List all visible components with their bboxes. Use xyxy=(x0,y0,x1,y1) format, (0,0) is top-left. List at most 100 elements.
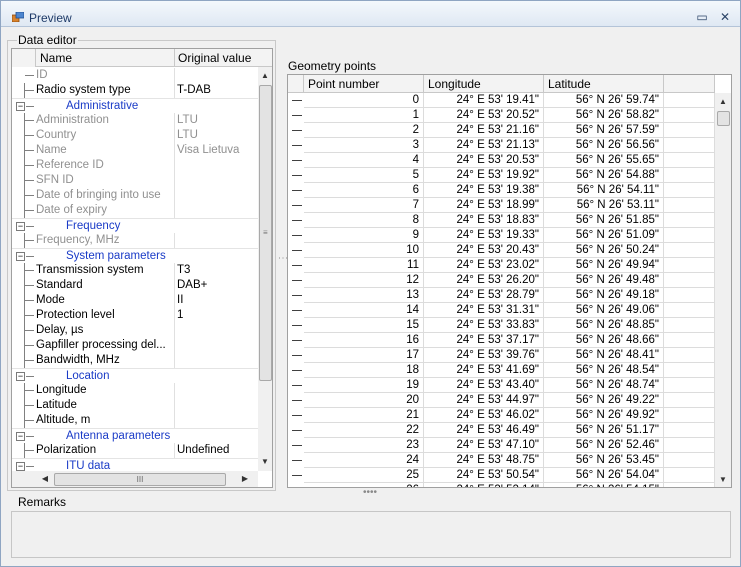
geometry-point-row[interactable]: 2624° E 53' 52.14"56° N 26' 54.15" xyxy=(288,483,715,487)
column-blank-header[interactable] xyxy=(664,75,715,93)
longitude-cell[interactable]: 24° E 53' 39.76" xyxy=(424,348,544,363)
property-row[interactable]: Standard DAB+ xyxy=(12,278,258,293)
remarks-field[interactable] xyxy=(11,511,731,558)
property-row[interactable]: Gapfiller processing del... xyxy=(12,338,258,353)
point-number-cell[interactable]: 1 xyxy=(304,108,424,123)
property-row[interactable]: Transmission system T3 xyxy=(12,263,258,278)
property-grid-hscrollbar[interactable]: ◀ III ▶ xyxy=(12,471,258,487)
scrollbar-thumb[interactable]: ≡ xyxy=(259,85,272,381)
longitude-cell[interactable]: 24° E 53' 21.16" xyxy=(424,123,544,138)
property-row[interactable]: Administration LTU xyxy=(12,113,258,128)
property-value[interactable] xyxy=(174,383,258,398)
geometry-point-row[interactable]: 3 24° E 53' 21.13" 56° N 26' 56.56" xyxy=(288,138,715,153)
property-value[interactable]: LTU xyxy=(174,113,258,128)
property-row[interactable]: Mode II xyxy=(12,293,258,308)
maximize-button[interactable]: ▭ xyxy=(694,10,710,24)
longitude-cell[interactable]: 24° E 53' 31.31" xyxy=(424,303,544,318)
longitude-cell[interactable]: 24° E 53' 43.40" xyxy=(424,378,544,393)
longitude-cell[interactable]: 24° E 53' 28.79" xyxy=(424,288,544,303)
property-value[interactable]: 1 xyxy=(174,308,258,323)
column-point-number-header[interactable]: Point number xyxy=(304,75,424,93)
column-latitude-header[interactable]: Latitude xyxy=(544,75,664,93)
longitude-cell[interactable]: 24° E 53' 52.14" xyxy=(424,483,544,487)
collapse-toggle-icon[interactable]: − xyxy=(16,462,25,471)
row-header[interactable] xyxy=(288,438,304,453)
row-header[interactable] xyxy=(288,333,304,348)
blank-cell[interactable] xyxy=(664,228,715,243)
property-row[interactable]: Radio system type T-DAB xyxy=(12,83,258,98)
row-header[interactable] xyxy=(288,138,304,153)
point-number-cell[interactable]: 13 xyxy=(304,288,424,303)
point-number-cell[interactable]: 11 xyxy=(304,258,424,273)
property-row[interactable]: Date of bringing into use xyxy=(12,188,258,203)
latitude-cell[interactable]: 56° N 26' 56.56" xyxy=(544,138,664,153)
latitude-cell[interactable]: 56° N 26' 55.65" xyxy=(544,153,664,168)
longitude-cell[interactable]: 24° E 53' 48.75" xyxy=(424,453,544,468)
scroll-down-arrow-icon[interactable]: ▼ xyxy=(258,455,272,469)
scroll-down-arrow-icon[interactable]: ▼ xyxy=(716,473,730,487)
point-number-cell[interactable]: 8 xyxy=(304,213,424,228)
blank-cell[interactable] xyxy=(664,333,715,348)
geometry-point-row[interactable]: 0 24° E 53' 19.41" 56° N 26' 59.74" xyxy=(288,93,715,108)
property-row[interactable]: Reference ID xyxy=(12,158,258,173)
latitude-cell[interactable]: 56° N 26' 54.11" xyxy=(544,183,664,198)
geometry-points-grid[interactable]: Point number Longitude Latitude 0 24° E 5… xyxy=(287,74,732,488)
blank-cell[interactable] xyxy=(664,108,715,123)
blank-cell[interactable] xyxy=(664,243,715,258)
longitude-cell[interactable]: 24° E 53' 20.53" xyxy=(424,153,544,168)
row-header[interactable] xyxy=(288,408,304,423)
point-number-cell[interactable]: 0 xyxy=(304,93,424,108)
blank-cell[interactable] xyxy=(664,123,715,138)
hscroll-thumb[interactable]: III xyxy=(54,473,226,486)
blank-cell[interactable] xyxy=(664,423,715,438)
blank-cell[interactable] xyxy=(664,258,715,273)
property-value[interactable] xyxy=(174,173,258,188)
row-header[interactable] xyxy=(288,123,304,138)
scroll-up-arrow-icon[interactable]: ▲ xyxy=(716,95,730,109)
geometry-point-row[interactable]: 12 24° E 53' 26.20" 56° N 26' 49.48" xyxy=(288,273,715,288)
row-header[interactable] xyxy=(288,468,304,483)
geometry-point-row[interactable]: 1 24° E 53' 20.52" 56° N 26' 58.82" xyxy=(288,108,715,123)
row-header[interactable] xyxy=(288,93,304,108)
column-original-value-header[interactable]: Original value xyxy=(178,51,251,65)
longitude-cell[interactable]: 24° E 53' 26.20" xyxy=(424,273,544,288)
longitude-cell[interactable]: 24° E 53' 50.54" xyxy=(424,468,544,483)
latitude-cell[interactable]: 56° N 26' 58.82" xyxy=(544,108,664,123)
point-number-cell[interactable]: 3 xyxy=(304,138,424,153)
latitude-cell[interactable]: 56° N 26' 49.22" xyxy=(544,393,664,408)
latitude-cell[interactable]: 56° N 26' 52.46" xyxy=(544,438,664,453)
longitude-cell[interactable]: 24° E 53' 19.92" xyxy=(424,168,544,183)
blank-cell[interactable] xyxy=(664,408,715,423)
point-number-cell[interactable]: 18 xyxy=(304,363,424,378)
property-value[interactable] xyxy=(174,158,258,173)
geometry-point-row[interactable]: 7 24° E 53' 18.99" 56° N 26' 53.11" xyxy=(288,198,715,213)
latitude-cell[interactable]: 56° N 26' 49.18" xyxy=(544,288,664,303)
property-row[interactable]: Delay, µs xyxy=(12,323,258,338)
property-row[interactable]: Latitude xyxy=(12,398,258,413)
geometry-point-row[interactable]: 21 24° E 53' 46.02" 56° N 26' 49.92" xyxy=(288,408,715,423)
geometry-point-row[interactable]: 8 24° E 53' 18.83" 56° N 26' 51.85" xyxy=(288,213,715,228)
latitude-cell[interactable]: 56° N 26' 54.88" xyxy=(544,168,664,183)
latitude-cell[interactable]: 56° N 26' 48.66" xyxy=(544,333,664,348)
row-header[interactable] xyxy=(288,393,304,408)
scroll-up-arrow-icon[interactable]: ▲ xyxy=(258,69,272,83)
longitude-cell[interactable]: 24° E 53' 19.38" xyxy=(424,183,544,198)
latitude-cell[interactable]: 56° N 26' 59.74" xyxy=(544,93,664,108)
property-category-row[interactable]: − System parameters xyxy=(12,248,258,263)
property-value[interactable]: Visa Lietuva xyxy=(174,143,258,158)
geometry-point-row[interactable]: 2 24° E 53' 21.16" 56° N 26' 57.59" xyxy=(288,123,715,138)
geometry-point-row[interactable]: 10 24° E 53' 20.43" 56° N 26' 50.24" xyxy=(288,243,715,258)
blank-cell[interactable] xyxy=(664,468,715,483)
longitude-cell[interactable]: 24° E 53' 20.43" xyxy=(424,243,544,258)
property-value[interactable]: Undefined xyxy=(174,443,258,458)
geometry-point-row[interactable]: 16 24° E 53' 37.17" 56° N 26' 48.66" xyxy=(288,333,715,348)
latitude-cell[interactable]: 56° N 26' 48.85" xyxy=(544,318,664,333)
collapse-toggle-icon[interactable]: − xyxy=(16,432,25,441)
point-number-cell[interactable]: 22 xyxy=(304,423,424,438)
blank-cell[interactable] xyxy=(664,318,715,333)
property-row[interactable]: Country LTU xyxy=(12,128,258,143)
blank-cell[interactable] xyxy=(664,363,715,378)
property-grid[interactable]: Name Original value ID Radio system type T… xyxy=(11,48,273,488)
latitude-cell[interactable]: 56° N 26' 49.06" xyxy=(544,303,664,318)
property-value[interactable] xyxy=(174,68,258,83)
